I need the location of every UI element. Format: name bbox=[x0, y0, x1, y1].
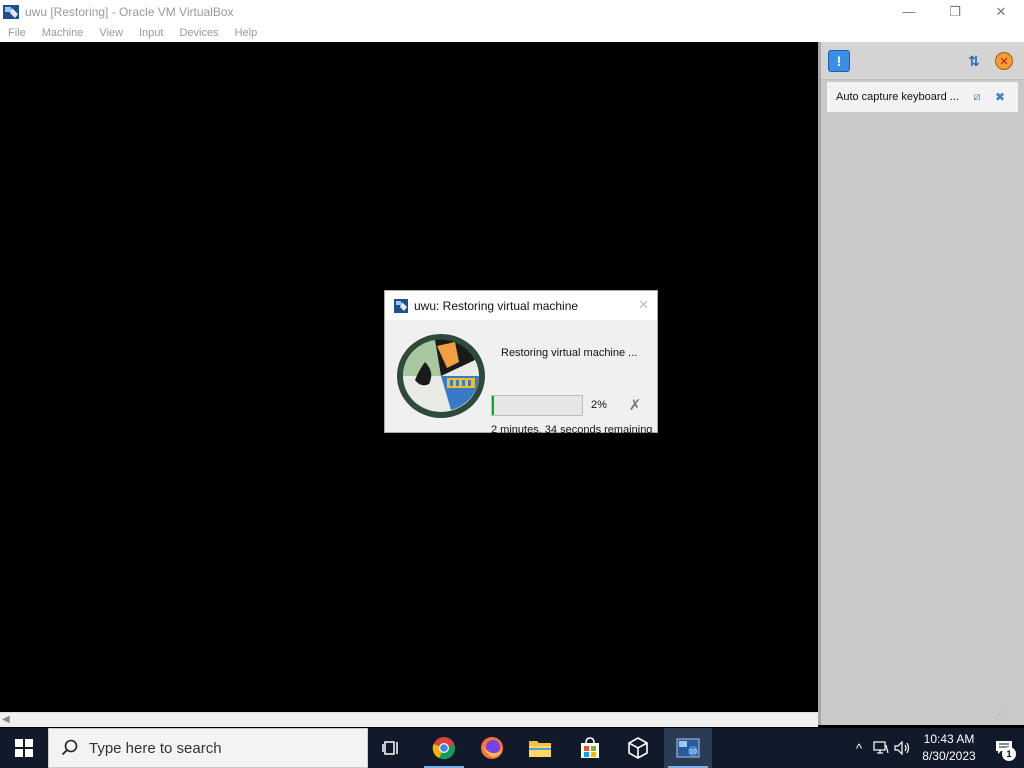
network-monitor-icon bbox=[873, 741, 889, 754]
virtualbox-vm-icon: 10 bbox=[676, 738, 700, 758]
action-center-button[interactable]: 1 bbox=[984, 728, 1024, 768]
scroll-left-icon[interactable]: ◀ bbox=[2, 714, 10, 725]
dialog-close-icon[interactable]: ✕ bbox=[638, 297, 649, 313]
restore-progress-bar bbox=[491, 395, 583, 416]
sort-notifications-icon[interactable]: ⇅ bbox=[965, 52, 983, 70]
close-all-notifications-icon[interactable]: ✕ bbox=[995, 52, 1013, 70]
taskbar-file-explorer[interactable] bbox=[516, 728, 564, 768]
virtualbox-dialog-icon bbox=[394, 298, 408, 313]
menu-input[interactable]: Input bbox=[131, 27, 171, 39]
taskbar-firefox[interactable] bbox=[468, 728, 516, 768]
window-title: uwu [Restoring] - Oracle VM VirtualBox bbox=[25, 4, 234, 19]
notification-message: Auto capture keyboard ... bbox=[836, 91, 959, 103]
menu-machine[interactable]: Machine bbox=[34, 27, 92, 39]
progress-percent: 2% bbox=[591, 399, 607, 411]
dismiss-notification-icon[interactable]: ✖ bbox=[993, 90, 1007, 104]
speaker-icon bbox=[894, 741, 910, 755]
taskbar-virtualbox[interactable] bbox=[614, 728, 662, 768]
network-icon[interactable] bbox=[870, 728, 892, 768]
dialog-titlebar: uwu: Restoring virtual machine ✕ bbox=[385, 291, 657, 320]
window-titlebar: uwu [Restoring] - Oracle VM VirtualBox —… bbox=[0, 0, 1024, 23]
notification-card: Auto capture keyboard ... ⧄ ✖ bbox=[827, 82, 1018, 112]
virtualbox-cube-icon bbox=[628, 737, 648, 759]
task-view-icon bbox=[382, 741, 398, 755]
dialog-title: uwu: Restoring virtual machine bbox=[414, 298, 579, 313]
menu-view[interactable]: View bbox=[91, 27, 131, 39]
horizontal-scrollbar[interactable]: ◀ bbox=[0, 712, 818, 727]
taskbar: Type here to search 10 ^ 10:43 AM 8/30/2… bbox=[0, 728, 1024, 768]
menu-help[interactable]: Help bbox=[227, 27, 266, 39]
menu-file[interactable]: File bbox=[0, 27, 34, 39]
restore-progress-dialog: uwu: Restoring virtual machine ✕ Restori… bbox=[384, 290, 658, 436]
restore-button[interactable]: ❐ bbox=[932, 0, 978, 23]
search-icon bbox=[61, 739, 78, 756]
volume-icon[interactable] bbox=[892, 728, 914, 768]
progress-fill bbox=[492, 396, 494, 415]
folder-icon bbox=[529, 741, 551, 757]
dialog-body: Restoring virtual machine ... 2% ✗ 2 min… bbox=[385, 320, 657, 436]
taskbar-virtualbox-vm[interactable]: 10 bbox=[664, 728, 712, 768]
menubar: File Machine View Input Devices Help bbox=[0, 23, 1024, 42]
close-button[interactable]: ✕ bbox=[978, 0, 1024, 23]
store-icon bbox=[581, 737, 599, 758]
taskbar-search-box[interactable]: Type here to search bbox=[48, 728, 368, 768]
clock-date: 8/30/2023 bbox=[922, 749, 976, 763]
do-not-show-again-icon[interactable]: ⧄ bbox=[970, 90, 984, 104]
start-button[interactable] bbox=[0, 728, 48, 768]
menu-devices[interactable]: Devices bbox=[171, 27, 226, 39]
notification-count-badge: 1 bbox=[1002, 747, 1016, 761]
firefox-icon bbox=[481, 737, 503, 759]
system-tray: ^ 10:43 AM 8/30/2023 1 bbox=[848, 728, 1024, 768]
search-placeholder: Type here to search bbox=[89, 739, 222, 757]
notification-pane: ! ⇅ ✕ Auto capture keyboard ... ⧄ ✖ ⋰ bbox=[818, 42, 1024, 725]
windows-logo-icon bbox=[15, 739, 33, 757]
time-remaining: 2 minutes, 34 seconds remaining bbox=[491, 424, 653, 436]
minimize-button[interactable]: — bbox=[886, 0, 932, 23]
taskbar-chrome[interactable] bbox=[420, 728, 468, 768]
virtualbox-app-icon bbox=[3, 4, 19, 19]
taskbar-microsoft-store[interactable] bbox=[566, 728, 614, 768]
svg-text:10: 10 bbox=[689, 749, 697, 756]
show-hidden-icons-icon[interactable]: ^ bbox=[848, 728, 870, 768]
dialog-message: Restoring virtual machine ... bbox=[501, 347, 638, 359]
clock-time: 10:43 AM bbox=[923, 732, 975, 746]
restore-state-icon bbox=[397, 334, 485, 418]
taskbar-clock[interactable]: 10:43 AM 8/30/2023 bbox=[914, 731, 984, 765]
notification-toolbar: ! ⇅ ✕ bbox=[821, 42, 1024, 80]
task-view-button[interactable] bbox=[368, 728, 416, 768]
chrome-icon bbox=[432, 737, 455, 760]
cancel-restore-icon[interactable]: ✗ bbox=[628, 398, 642, 413]
notification-center-icon[interactable]: ! bbox=[828, 50, 850, 72]
resize-grip-icon: ⋰ bbox=[995, 710, 1004, 720]
